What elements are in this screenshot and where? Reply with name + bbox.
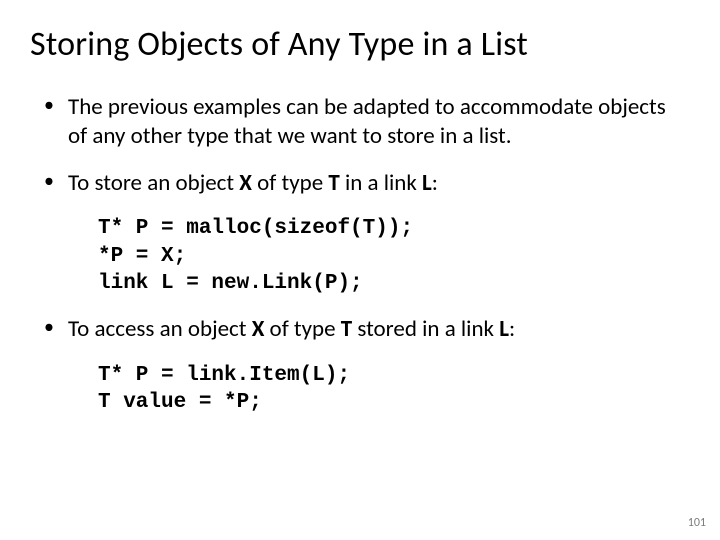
code-block-store: T* P = malloc(sizeof(T)); *P = X; link L… <box>98 215 680 297</box>
bullet-3-t: T <box>341 315 352 343</box>
code1-line2: *P = X; <box>98 245 186 268</box>
bullet-2-l: L <box>422 169 432 197</box>
slide: Storing Objects of Any Type in a List Th… <box>0 0 720 540</box>
code1-line1: T* P = malloc(sizeof(T)); <box>98 217 413 240</box>
bullet-3-l: L <box>499 315 509 343</box>
code2-line2: T value = *P; <box>98 391 262 414</box>
bullet-2-mid1: of type <box>252 169 328 197</box>
bullet-3-x: X <box>252 315 265 343</box>
bullet-item-3: To access an object X of type T stored i… <box>40 315 680 344</box>
bullet-2-pre: To store an object <box>68 169 239 197</box>
bullet-2-x: X <box>239 169 252 197</box>
slide-title: Storing Objects of Any Type in a List <box>30 24 680 65</box>
bullet-item-1: The previous examples can be adapted to … <box>40 93 680 151</box>
code-block-access: T* P = link.Item(L); T value = *P; <box>98 362 680 417</box>
bullet-list: The previous examples can be adapted to … <box>40 93 680 197</box>
bullet-3-post: : <box>509 315 515 343</box>
bullet-item-2: To store an object X of type T in a link… <box>40 169 680 198</box>
code1-line3: link L = new.Link(P); <box>98 272 363 295</box>
page-number: 101 <box>688 516 706 530</box>
bullet-list-2: To access an object X of type T stored i… <box>40 315 680 344</box>
bullet-2-post: : <box>432 169 438 197</box>
code2-line1: T* P = link.Item(L); <box>98 364 350 387</box>
bullet-2-t: T <box>328 169 339 197</box>
bullet-3-pre: To access an object <box>68 315 252 343</box>
bullet-3-mid2: stored in a link <box>352 315 499 343</box>
bullet-3-mid1: of type <box>264 315 340 343</box>
bullet-1-text: The previous examples can be adapted to … <box>68 93 666 150</box>
bullet-2-mid2: in a link <box>340 169 422 197</box>
